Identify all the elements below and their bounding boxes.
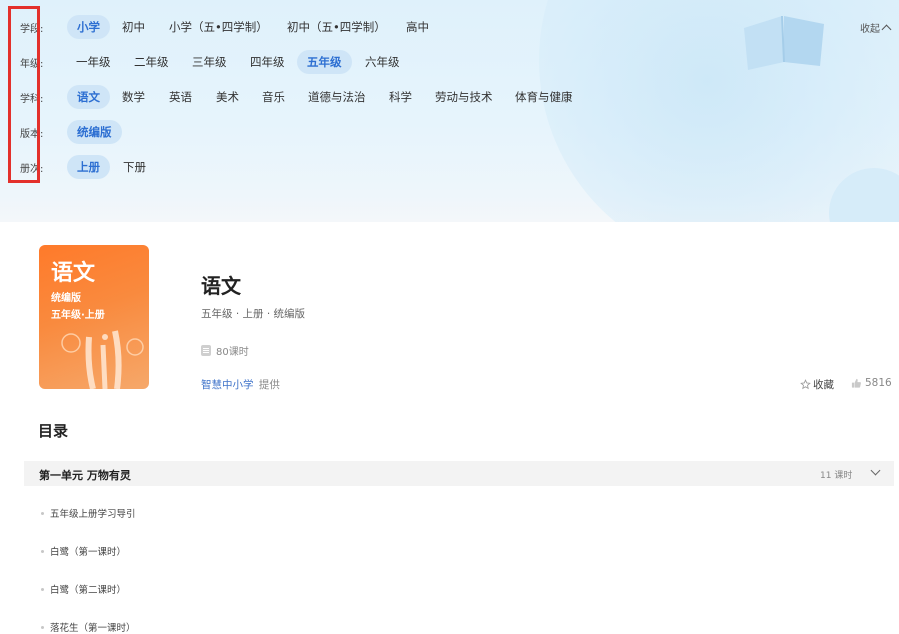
grade-option-4[interactable]: 四年级 <box>240 50 295 74</box>
cover-edition: 统编版 <box>51 293 81 304</box>
highlight-box <box>8 6 40 183</box>
toc-title: 目录 <box>38 422 69 440</box>
bullet-icon <box>41 549 44 553</box>
filter-panel: 收起 学段: 小学 初中 小学（五•四学制） 初中（五•四学制） 高中 年级: … <box>0 0 899 222</box>
collapse-filters-button[interactable]: 收起 <box>860 20 892 35</box>
subject-option-morality-law[interactable]: 道德与法治 <box>298 85 376 109</box>
bullet-icon <box>41 587 44 591</box>
subject-option-math[interactable]: 数学 <box>112 85 155 109</box>
subject-option-pe-health[interactable]: 体育与健康 <box>505 85 583 109</box>
filter-row-stage: 学段: 小学 初中 小学（五•四学制） 初中（五•四学制） 高中 <box>0 13 840 41</box>
unit-header[interactable]: 第一单元 万物有灵 11 课时 <box>24 461 894 486</box>
stage-option-primary-54[interactable]: 小学（五•四学制） <box>159 15 278 39</box>
bullet-icon <box>41 625 44 629</box>
provider-link[interactable]: 智慧中小学 <box>201 379 254 391</box>
lesson-item[interactable]: 白鹭（第一课时） <box>41 544 126 558</box>
lesson-item[interactable]: 白鹭（第二课时） <box>41 582 126 596</box>
filter-row-subject: 学科: 语文 数学 英语 美术 音乐 道德与法治 科学 劳动与技术 体育与健康 <box>0 83 840 111</box>
book-title: 语文 <box>201 274 241 298</box>
stage-option-primary[interactable]: 小学 <box>67 15 110 39</box>
cover-title: 语文 <box>51 260 96 286</box>
filter-row-edition: 版本: 统编版 <box>0 118 840 146</box>
like-count: 5816 <box>865 377 892 389</box>
star-icon <box>800 379 811 390</box>
provider: 智慧中小学 提供 <box>201 377 280 392</box>
grade-option-2[interactable]: 二年级 <box>124 50 179 74</box>
filter-row-grade: 年级: 一年级 二年级 三年级 四年级 五年级 六年级 <box>0 48 840 76</box>
favorite-label: 收藏 <box>813 379 834 391</box>
edition-option-tongbian[interactable]: 统编版 <box>67 120 122 144</box>
grade-option-1[interactable]: 一年级 <box>66 50 121 74</box>
stage-option-junior-54[interactable]: 初中（五•四学制） <box>277 15 396 39</box>
volume-option-lower[interactable]: 下册 <box>113 155 156 179</box>
stage-option-senior[interactable]: 高中 <box>396 15 439 39</box>
grade-option-5[interactable]: 五年级 <box>297 50 352 74</box>
subject-option-art[interactable]: 美术 <box>206 85 249 109</box>
volume-option-upper[interactable]: 上册 <box>67 155 110 179</box>
subject-option-chinese[interactable]: 语文 <box>67 85 110 109</box>
thumbs-up-icon <box>851 378 861 388</box>
grade-option-3[interactable]: 三年级 <box>182 50 237 74</box>
lesson-title: 落花生（第一课时） <box>50 623 136 634</box>
cover-grade: 五年级·上册 <box>51 310 105 321</box>
chevron-down-icon <box>870 465 881 476</box>
filter-row-volume: 册次: 上册 下册 <box>0 153 840 181</box>
subject-option-music[interactable]: 音乐 <box>252 85 295 109</box>
unit-title: 第一单元 万物有灵 <box>39 469 131 482</box>
lesson-count-text: 80课时 <box>216 347 249 358</box>
book-cover[interactable]: 语文 统编版 五年级·上册 <box>39 245 149 389</box>
collapse-label: 收起 <box>860 24 880 35</box>
unit-lesson-count: 11 课时 <box>820 471 853 481</box>
favorite-button[interactable]: 收藏 <box>800 377 834 392</box>
lesson-title: 白鹭（第一课时） <box>50 547 127 558</box>
lesson-title: 白鹭（第二课时） <box>50 585 127 596</box>
cover-illustration-icon <box>61 330 144 389</box>
lesson-title: 五年级上册学习导引 <box>50 509 136 520</box>
stage-option-junior[interactable]: 初中 <box>112 15 155 39</box>
lesson-count: 80课时 <box>201 343 249 358</box>
book-meta: 五年级 · 上册 · 统编版 <box>201 308 306 320</box>
lesson-item[interactable]: 落花生（第一课时） <box>41 620 136 634</box>
bullet-icon <box>41 511 44 515</box>
like-button[interactable]: 5816 <box>851 377 892 389</box>
subject-option-science[interactable]: 科学 <box>379 85 422 109</box>
subject-option-labor-tech[interactable]: 劳动与技术 <box>425 85 503 109</box>
subject-option-english[interactable]: 英语 <box>159 85 202 109</box>
provider-suffix: 提供 <box>258 379 280 391</box>
lesson-item[interactable]: 五年级上册学习导引 <box>41 506 136 520</box>
grade-option-6[interactable]: 六年级 <box>355 50 410 74</box>
document-icon <box>201 345 211 356</box>
chevron-up-icon <box>881 24 892 35</box>
